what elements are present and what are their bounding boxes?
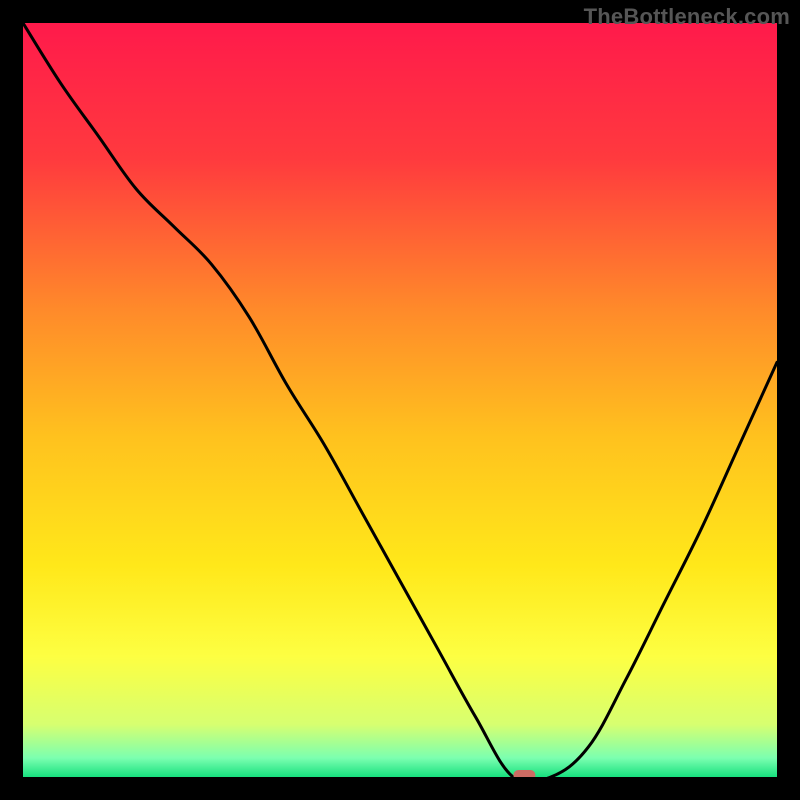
plot-area [23,23,777,777]
curve-marker [513,770,535,777]
chart-background [23,23,777,777]
chart-svg [23,23,777,777]
watermark-text: TheBottleneck.com [584,4,790,30]
chart-frame: TheBottleneck.com [0,0,800,800]
